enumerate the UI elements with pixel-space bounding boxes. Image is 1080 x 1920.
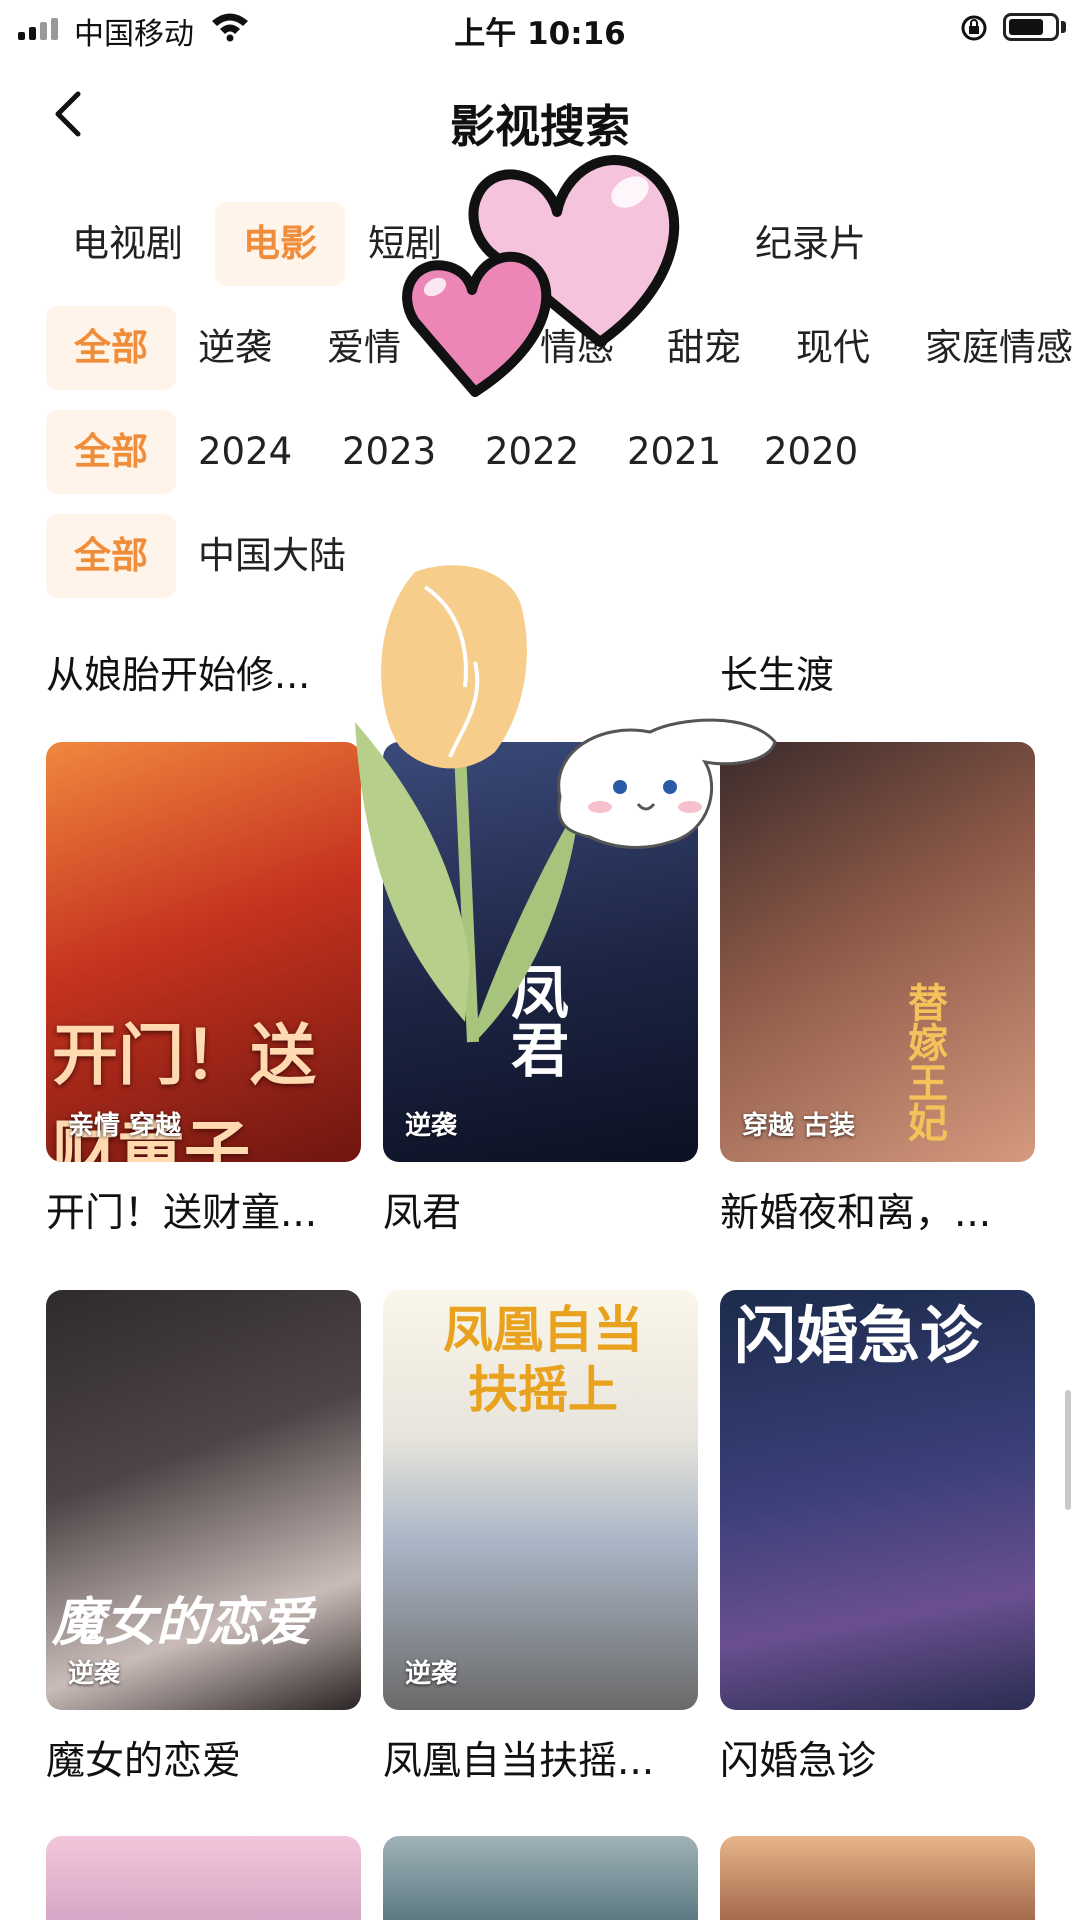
poster-tags: 逆袭 [68, 1659, 121, 1689]
genre-chip[interactable]: 逆袭 [198, 306, 272, 390]
movie-title[interactable]: 开门！送财童... [46, 1182, 376, 1238]
year-chip[interactable]: 2022 [485, 410, 579, 494]
genre-chip[interactable]: 家庭情感 [925, 306, 1073, 390]
year-chip[interactable]: 2024 [198, 410, 292, 494]
year-chip[interactable]: 2023 [342, 410, 436, 494]
movie-title[interactable]: 凤凰自当扶摇... [383, 1730, 713, 1786]
poster-tags: 逆袭 [405, 1111, 458, 1141]
battery-tip [1061, 21, 1066, 33]
status-bar: 中国移动 上午 10:16 [0, 0, 1080, 54]
poster-image[interactable] [383, 1836, 698, 1920]
poster-tags: 穿越 古装 [742, 1111, 856, 1141]
genre-chip[interactable]: 甜宠 [667, 306, 741, 390]
poster-tags: 亲情 穿越 [68, 1111, 182, 1141]
grid-title-above[interactable]: 他 [383, 644, 421, 699]
genre-filter-row: 全部 逆袭 爱情 情感 甜宠 现代 家庭情感 [0, 306, 1080, 390]
poster-art-title: 闪婚急诊 [734, 1299, 983, 1372]
poster-image[interactable] [720, 1836, 1035, 1920]
year-chip[interactable]: 2020 [764, 410, 858, 494]
poster-image[interactable]: 替嫁王妃 穿越 古装 [720, 742, 1035, 1162]
status-time: 上午 10:16 [454, 16, 626, 52]
poster-image[interactable]: 开门！送财童子 亲情 穿越 [46, 742, 361, 1162]
poster-image[interactable]: 闪婚急诊 [720, 1290, 1035, 1710]
tab-short-drama[interactable]: 短剧 [368, 202, 442, 286]
tab-documentary[interactable]: 纪录片 [755, 202, 866, 286]
scrollbar[interactable] [1065, 1390, 1071, 1510]
year-filter-row: 全部 2024 2023 2022 2021 2020 [0, 410, 1080, 494]
movie-title[interactable]: 闪婚急诊 [720, 1730, 1050, 1786]
genre-chip[interactable]: 爱情 [327, 306, 401, 390]
category-tab-row: 电视剧 电影 短剧 纪录片 [0, 202, 1080, 286]
region-all[interactable]: 全部 [46, 514, 176, 598]
year-chip[interactable]: 2021 [627, 410, 721, 494]
poster-image[interactable]: 凤君 逆袭 [383, 742, 698, 1162]
poster-image[interactable]: 魔女的恋爱 逆袭 [46, 1290, 361, 1710]
poster-image[interactable]: 凤凰自当扶摇上 逆袭 [383, 1290, 698, 1710]
poster-art-title: 凤凰自当扶摇上 [443, 1300, 643, 1419]
poster-tags: 逆袭 [405, 1659, 458, 1689]
poster-art-title: 凤君 [501, 962, 569, 1078]
poster-image[interactable] [46, 1836, 361, 1920]
grid-title-above[interactable]: 长生渡 [720, 644, 834, 699]
region-filter-row: 全部 中国大陆 [0, 514, 1080, 598]
tab-tv-series[interactable]: 电视剧 [72, 202, 183, 286]
movie-title[interactable]: 凤君 [383, 1182, 713, 1238]
poster-art-title: 魔女的恋爱 [52, 1592, 313, 1653]
genre-chip[interactable]: 现代 [796, 306, 870, 390]
page-title: 影视搜索 [449, 100, 630, 153]
movie-title[interactable]: 新婚夜和离，... [720, 1182, 1050, 1238]
genre-chip[interactable]: 情感 [540, 306, 614, 390]
year-all[interactable]: 全部 [46, 410, 176, 494]
poster-art-title: 替嫁王妃 [901, 982, 948, 1142]
genre-all[interactable]: 全部 [46, 306, 176, 390]
grid-title-above[interactable]: 从娘胎开始修... [46, 644, 310, 699]
battery-icon [1003, 13, 1059, 41]
region-chip[interactable]: 中国大陆 [198, 514, 346, 598]
rotation-lock-icon [961, 15, 987, 41]
tab-movie[interactable]: 电影 [215, 202, 345, 286]
movie-title[interactable]: 魔女的恋爱 [46, 1730, 376, 1786]
